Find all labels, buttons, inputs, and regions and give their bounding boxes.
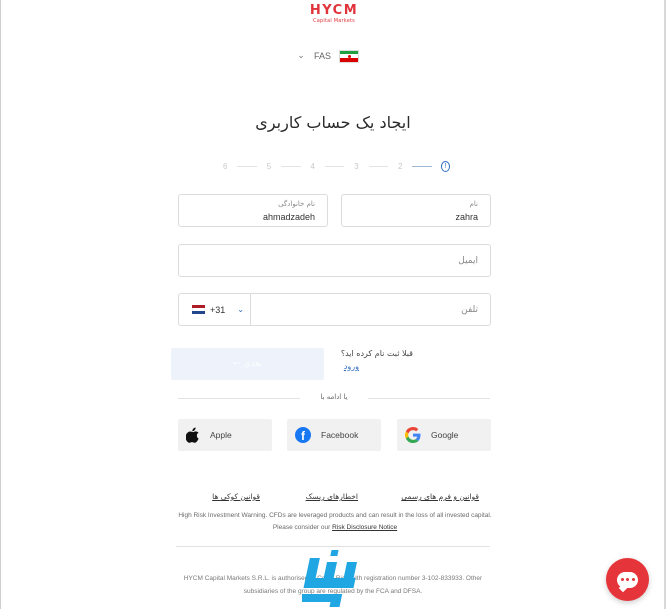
iran-flag-icon xyxy=(339,49,360,63)
apple-icon xyxy=(186,427,199,443)
step-connector xyxy=(281,165,301,167)
already-registered-text: قبلا ثبت نام کرده اید؟ xyxy=(340,349,413,358)
divider-text: یا ادامه با xyxy=(320,393,348,401)
footer-link-terms[interactable]: قوانین و فرم های رسمی xyxy=(401,492,479,501)
step-connector xyxy=(237,165,257,167)
next-button-label: بعدی ← xyxy=(232,359,263,369)
step-5: 5 xyxy=(266,161,272,171)
google-login-button[interactable]: Google xyxy=(397,419,491,451)
apple-label: Apple xyxy=(210,430,232,440)
facebook-login-button[interactable]: f Facebook xyxy=(287,419,381,451)
language-selector[interactable]: ⌄ FAS xyxy=(296,48,360,64)
phone-field[interactable]: تلفن xyxy=(250,293,491,326)
step-connector-active xyxy=(412,165,432,167)
step-2: 2 xyxy=(397,161,403,171)
google-label: Google xyxy=(431,430,459,440)
window-left-border xyxy=(0,0,1,609)
chat-icon xyxy=(617,571,638,588)
footer-link-cookies[interactable]: قوانین کوکی ها xyxy=(212,492,260,501)
step-connector xyxy=(324,165,345,167)
current-step-icon: ! xyxy=(440,160,450,172)
first-name-field[interactable]: نام zahra xyxy=(341,194,491,227)
social-divider: یا ادامه با xyxy=(178,391,490,405)
logo-subtitle: Capital Markets xyxy=(313,18,355,24)
apple-login-button[interactable]: Apple xyxy=(178,419,272,451)
language-code: FAS xyxy=(314,51,332,61)
phone-country-code: +31 xyxy=(210,304,226,315)
step-connector xyxy=(368,165,388,167)
google-icon xyxy=(405,427,421,443)
email-field[interactable]: ایمیل xyxy=(178,244,491,277)
chevron-down-icon: ⌄ xyxy=(237,305,244,314)
hycm-logo[interactable]: HYCM Capital Markets xyxy=(306,3,362,25)
step-6: 6 xyxy=(222,161,228,171)
step-4: 4 xyxy=(310,161,315,171)
registration-stepper: 6 5 4 3 2 ! xyxy=(222,160,450,172)
page-title: ایجاد یک حساب کاربری xyxy=(255,113,411,132)
step-3: 3 xyxy=(354,161,359,171)
phone-country-selector[interactable]: +31 ⌄ xyxy=(178,293,251,326)
first-name-value: zahra xyxy=(455,212,478,222)
email-placeholder: ایمیل xyxy=(458,256,478,266)
live-chat-button[interactable] xyxy=(606,558,649,601)
login-link[interactable]: ورود xyxy=(344,362,359,371)
first-name-label: نام xyxy=(469,200,478,208)
footer-link-risk[interactable]: اخطارهای ریسک xyxy=(306,492,358,501)
risk-warning: High Risk Investment Warning. CFDs are l… xyxy=(176,510,494,534)
last-name-value: ahmadzadeh xyxy=(262,212,315,222)
watermark-logo xyxy=(302,550,358,607)
risk-disclosure-link[interactable]: Risk Disclosure Notice xyxy=(332,524,397,531)
last-name-label: نام خانوادگی xyxy=(278,200,315,208)
chevron-down-icon: ⌄ xyxy=(297,51,305,61)
next-button[interactable]: بعدی ← xyxy=(171,348,324,380)
phone-placeholder: تلفن xyxy=(461,305,478,315)
netherlands-flag-icon xyxy=(192,305,205,314)
last-name-field[interactable]: نام خانوادگی ahmadzadeh xyxy=(178,194,328,227)
logo-text: HYCM xyxy=(309,3,359,18)
facebook-icon: f xyxy=(295,427,311,443)
facebook-label: Facebook xyxy=(321,430,359,440)
divider-line xyxy=(368,398,490,399)
footer-divider xyxy=(176,546,490,547)
